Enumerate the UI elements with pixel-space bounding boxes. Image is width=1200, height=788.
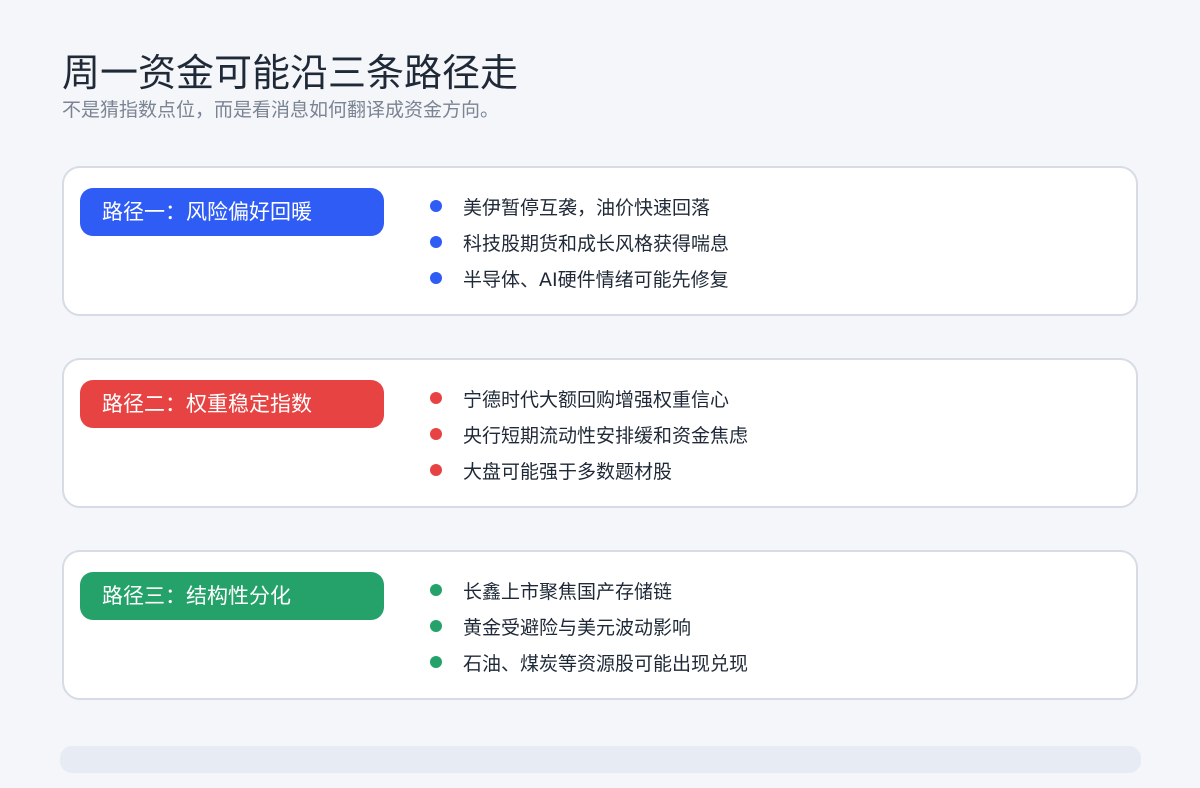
blue-dot-icon xyxy=(430,236,442,248)
blue-dot-icon xyxy=(430,200,442,212)
route-three-item: 长鑫上市聚焦国产存储链 xyxy=(430,574,748,610)
route-two-item: 宁德时代大额回购增强权重信心 xyxy=(430,382,748,418)
bullet-text: 半导体、AI硬件情绪可能先修复 xyxy=(463,269,729,291)
route-one-bullets: 美伊暂停互袭，油价快速回落 科技股期货和成长风格获得喘息 半导体、AI硬件情绪可… xyxy=(430,190,729,298)
route-two-bullets: 宁德时代大额回购增强权重信心 央行短期流动性安排缓和资金焦虑 大盘可能强于多数题… xyxy=(430,382,748,490)
route-one-item: 美伊暂停互袭，油价快速回落 xyxy=(430,190,729,226)
route-three-label: 路径三：结构性分化 xyxy=(80,572,384,620)
route-two-label: 路径二：权重稳定指数 xyxy=(80,380,384,428)
green-dot-icon xyxy=(430,584,442,596)
route-three-item: 石油、煤炭等资源股可能出现兑现 xyxy=(430,646,748,682)
route-three-item: 黄金受避险与美元波动影响 xyxy=(430,610,748,646)
blue-dot-icon xyxy=(430,272,442,284)
page-subtitle: 不是猜指数点位，而是看消息如何翻译成资金方向。 xyxy=(62,99,500,121)
bullet-text: 黄金受避险与美元波动影响 xyxy=(463,617,692,639)
route-one-label: 路径一：风险偏好回暖 xyxy=(80,188,384,236)
route-card-three: 路径三：结构性分化 长鑫上市聚焦国产存储链 黄金受避险与美元波动影响 石油、煤炭… xyxy=(62,550,1138,700)
bullet-text: 宁德时代大额回购增强权重信心 xyxy=(463,389,730,411)
route-two-item: 央行短期流动性安排缓和资金焦虑 xyxy=(430,418,748,454)
red-dot-icon xyxy=(430,392,442,404)
route-two-item: 大盘可能强于多数题材股 xyxy=(430,454,748,490)
route-card-one: 路径一：风险偏好回暖 美伊暂停互袭，油价快速回落 科技股期货和成长风格获得喘息 … xyxy=(62,166,1138,316)
route-card-two: 路径二：权重稳定指数 宁德时代大额回购增强权重信心 央行短期流动性安排缓和资金焦… xyxy=(62,358,1138,508)
route-one-item: 科技股期货和成长风格获得喘息 xyxy=(430,226,729,262)
bullet-text: 科技股期货和成长风格获得喘息 xyxy=(463,233,730,255)
green-dot-icon xyxy=(430,656,442,668)
bullet-text: 大盘可能强于多数题材股 xyxy=(463,461,673,483)
bullet-text: 央行短期流动性安排缓和资金焦虑 xyxy=(463,425,749,447)
route-three-bullets: 长鑫上市聚焦国产存储链 黄金受避险与美元波动影响 石油、煤炭等资源股可能出现兑现 xyxy=(430,574,748,682)
red-dot-icon xyxy=(430,464,442,476)
bullet-text: 长鑫上市聚焦国产存储链 xyxy=(463,581,673,603)
footer-bar xyxy=(60,746,1141,773)
route-one-item: 半导体、AI硬件情绪可能先修复 xyxy=(430,262,729,298)
green-dot-icon xyxy=(430,620,442,632)
page-title: 周一资金可能沿三条路径走 xyxy=(62,51,519,95)
red-dot-icon xyxy=(430,428,442,440)
bullet-text: 石油、煤炭等资源股可能出现兑现 xyxy=(463,653,749,675)
bullet-text: 美伊暂停互袭，油价快速回落 xyxy=(463,197,711,219)
